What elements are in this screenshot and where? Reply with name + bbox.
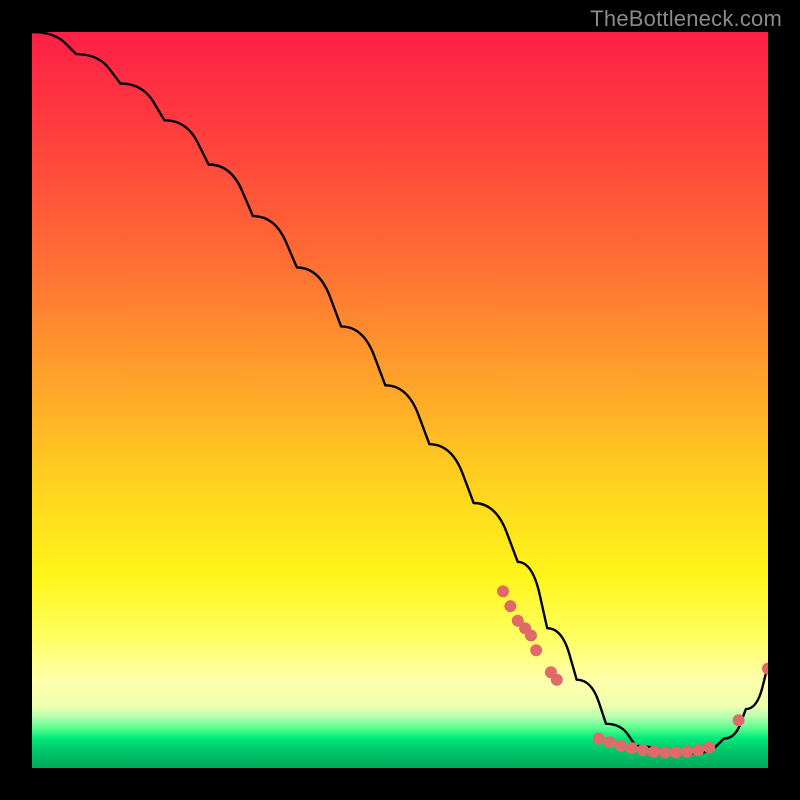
marker-point <box>504 600 516 612</box>
marker-point <box>593 733 605 745</box>
marker-point <box>762 663 768 675</box>
marker-point <box>530 644 542 656</box>
marker-point <box>681 746 693 758</box>
marker-point <box>626 742 638 754</box>
marker-point <box>604 736 616 748</box>
watermark-text: TheBottleneck.com <box>590 6 782 32</box>
marker-point <box>525 630 537 642</box>
chart-svg <box>32 32 768 768</box>
bottleneck-curve <box>32 32 768 753</box>
marker-point <box>551 674 563 686</box>
chart-frame: TheBottleneck.com <box>0 0 800 800</box>
marker-point <box>648 746 660 758</box>
marker-point <box>733 714 745 726</box>
marker-point <box>703 741 715 753</box>
marker-point <box>497 585 509 597</box>
marker-point <box>659 747 671 759</box>
marker-point <box>692 744 704 756</box>
marker-point <box>615 740 627 752</box>
marker-point <box>637 744 649 756</box>
data-markers <box>497 585 768 758</box>
marker-point <box>670 747 682 759</box>
chart-plot-area <box>32 32 768 768</box>
